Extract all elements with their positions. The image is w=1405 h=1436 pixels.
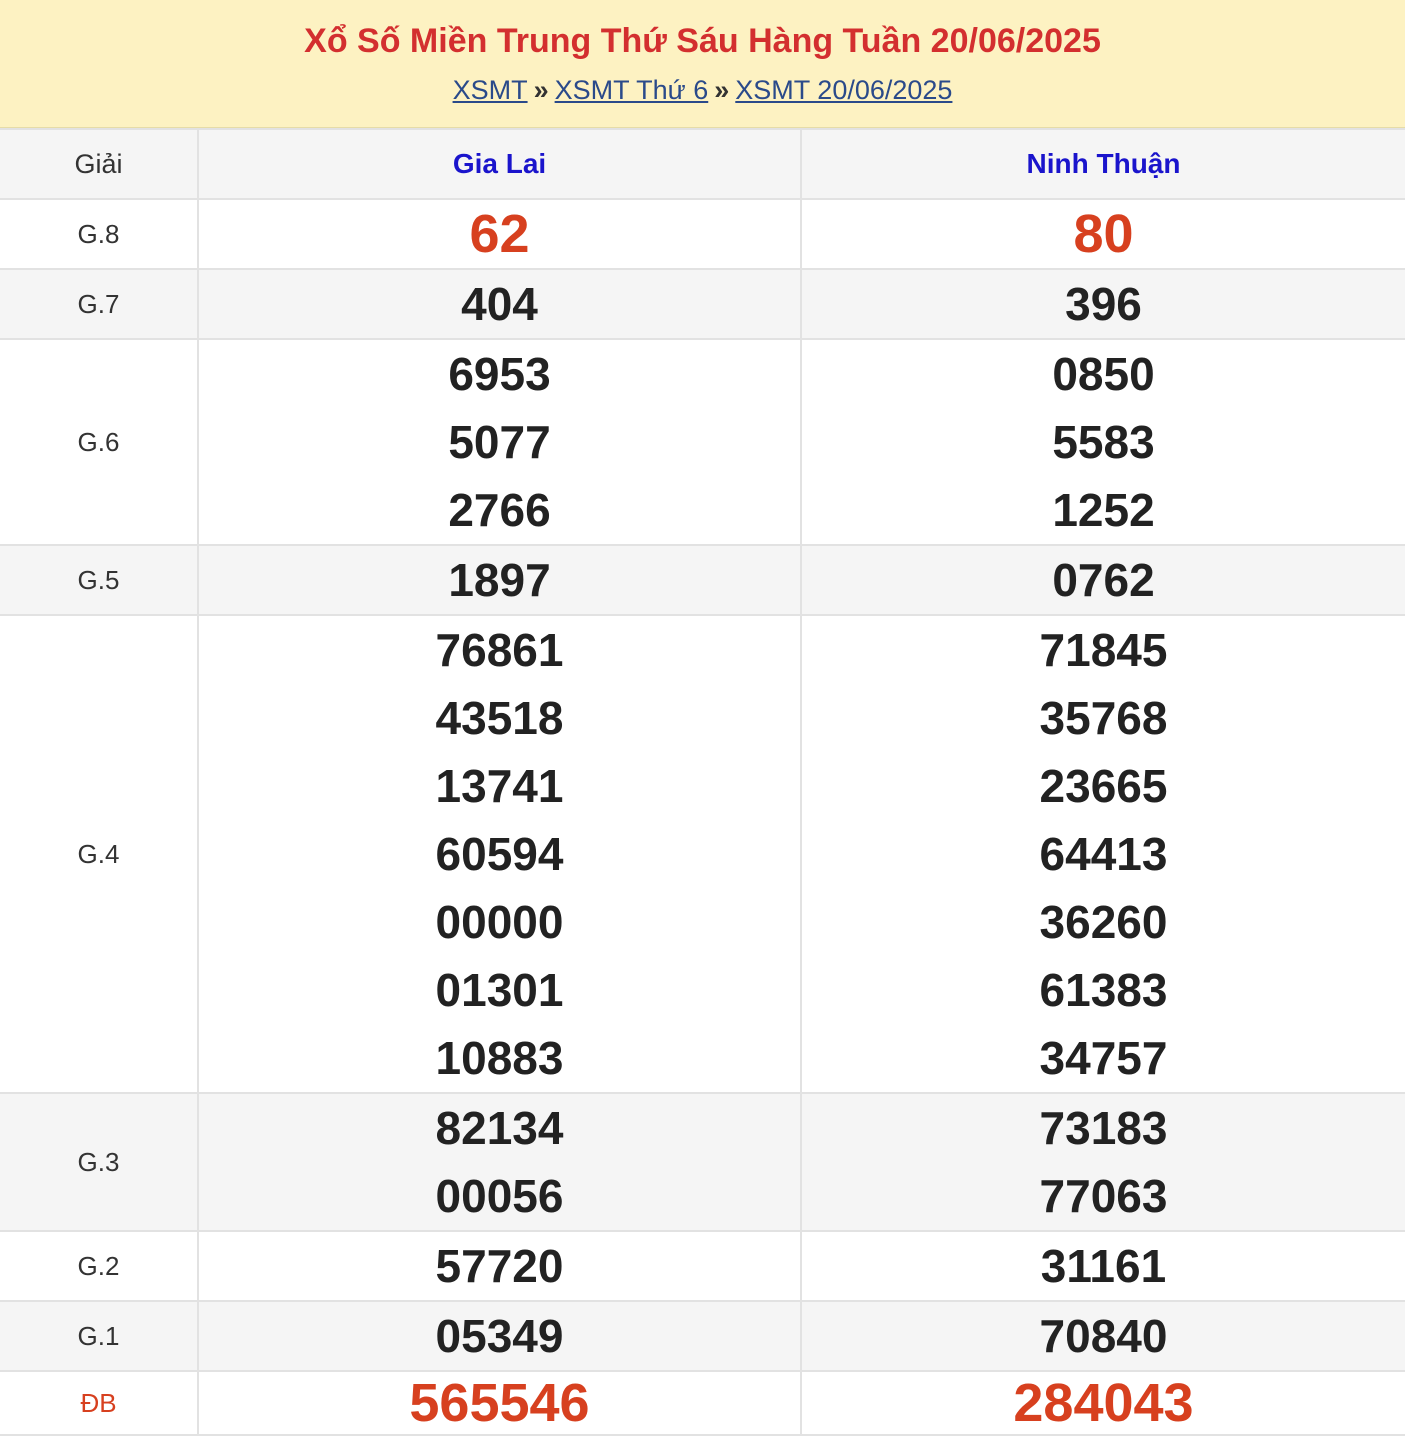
results-table: Giải Gia Lai Ninh Thuận G.8 62 80 G.7 404 396… (0, 128, 1405, 1436)
prize-number: 60594 (435, 828, 564, 880)
prize-label: G.6 (0, 338, 199, 546)
prize-label: G.3 (0, 1092, 199, 1232)
table-row: G.8 62 80 (0, 198, 1405, 270)
breadcrumb: XSMT» XSMT Thứ 6» XSMT 20/06/2025 (0, 72, 1405, 108)
breadcrumb-link-xsmt-date[interactable]: XSMT 20/06/2025 (735, 75, 952, 105)
prize-number: 64413 (1039, 828, 1168, 880)
prize-label: G.1 (0, 1300, 199, 1372)
prize-numbers-cell: 396 (800, 268, 1405, 340)
table-row: G.1 05349 70840 (0, 1300, 1405, 1372)
prize-number: 77063 (1039, 1170, 1168, 1222)
page-title: Xổ Số Miền Trung Thứ Sáu Hàng Tuần 20/06… (304, 22, 1101, 60)
prize-number: 62 (469, 204, 530, 264)
table-row: G.5 1897 0762 (0, 544, 1405, 616)
prize-numbers-cell: 404 (197, 268, 802, 340)
table-row: G.7 404 396 (0, 268, 1405, 340)
prize-numbers-cell: 70840 (800, 1300, 1405, 1372)
prize-numbers-cell: 6953 5077 2766 (197, 338, 802, 546)
prize-label: G.5 (0, 544, 199, 616)
prize-numbers-cell: 565546 (197, 1370, 802, 1436)
prize-number: 0762 (1052, 554, 1155, 606)
table-row: G.6 6953 5077 2766 0850 5583 1252 (0, 338, 1405, 546)
breadcrumb-separator: » (533, 75, 549, 105)
table-header-row: Giải Gia Lai Ninh Thuận (0, 128, 1405, 200)
table-row: G.3 82134 00056 73183 77063 (0, 1092, 1405, 1232)
prize-number: 70840 (1039, 1310, 1168, 1362)
prize-numbers-cell: 71845 35768 23665 64413 36260 61383 34757 (800, 614, 1405, 1094)
prize-numbers-cell: 80 (800, 198, 1405, 270)
prize-number: 396 (1065, 278, 1142, 330)
table-row: G.4 76861 43518 13741 60594 00000 01301 10883 71… (0, 614, 1405, 1094)
prize-number: 23665 (1039, 760, 1168, 812)
breadcrumb-separator: » (714, 75, 730, 105)
prize-number: 00000 (435, 896, 564, 948)
prize-number: 71845 (1039, 624, 1168, 676)
prize-number: 76861 (435, 624, 564, 676)
prize-number: 35768 (1039, 692, 1168, 744)
prize-numbers-cell: 82134 00056 (197, 1092, 802, 1232)
prize-numbers-cell: 0762 (800, 544, 1405, 616)
prize-numbers-cell: 73183 77063 (800, 1092, 1405, 1232)
prize-label: ĐB (0, 1370, 199, 1436)
prize-number: 6953 (448, 348, 551, 400)
prize-number: 82134 (435, 1102, 564, 1154)
prize-number: 404 (461, 278, 538, 330)
prize-number: 34757 (1039, 1032, 1168, 1084)
prize-number: 61383 (1039, 964, 1168, 1016)
table-row: G.2 57720 31161 (0, 1230, 1405, 1302)
prize-number: 43518 (435, 692, 564, 744)
prize-numbers-cell: 62 (197, 198, 802, 270)
prize-numbers-cell: 284043 (800, 1370, 1405, 1436)
prize-number: 5583 (1052, 416, 1155, 468)
prize-numbers-cell: 1897 (197, 544, 802, 616)
prize-number: 01301 (435, 964, 564, 1016)
prize-number: 2766 (448, 484, 551, 536)
prize-number: 31161 (1040, 1240, 1167, 1292)
prize-label: G.8 (0, 198, 199, 270)
prize-label: G.4 (0, 614, 199, 1094)
prize-number: 1252 (1052, 484, 1155, 536)
prize-number: 05349 (435, 1310, 564, 1362)
prize-numbers-cell: 31161 (800, 1230, 1405, 1302)
breadcrumb-link-xsmt[interactable]: XSMT (453, 75, 528, 105)
prize-number: 00056 (435, 1170, 564, 1222)
prize-label: G.7 (0, 268, 199, 340)
prize-number: 284043 (1013, 1373, 1194, 1433)
prize-number: 80 (1073, 204, 1134, 264)
prize-number: 5077 (448, 416, 551, 468)
province-header-ninh-thuan[interactable]: Ninh Thuận (800, 128, 1405, 200)
prize-number: 57720 (435, 1240, 564, 1292)
prize-number: 13741 (435, 760, 564, 812)
prize-label: G.2 (0, 1230, 199, 1302)
prize-number: 565546 (409, 1373, 590, 1433)
page-header: Xổ Số Miền Trung Thứ Sáu Hàng Tuần 20/06… (0, 0, 1405, 128)
prize-numbers-cell: 76861 43518 13741 60594 00000 01301 10883 (197, 614, 802, 1094)
prize-number: 0850 (1052, 348, 1155, 400)
prize-numbers-cell: 05349 (197, 1300, 802, 1372)
province-header-gia-lai[interactable]: Gia Lai (197, 128, 802, 200)
prize-number: 1897 (448, 554, 551, 606)
prize-number: 73183 (1039, 1102, 1168, 1154)
prize-number: 36260 (1039, 896, 1168, 948)
prize-number: 10883 (435, 1032, 564, 1084)
breadcrumb-link-xsmt-thu-6[interactable]: XSMT Thứ 6 (555, 75, 709, 105)
table-row: ĐB 565546 284043 (0, 1370, 1405, 1436)
prize-numbers-cell: 57720 (197, 1230, 802, 1302)
prize-column-header: Giải (0, 128, 199, 200)
prize-numbers-cell: 0850 5583 1252 (800, 338, 1405, 546)
